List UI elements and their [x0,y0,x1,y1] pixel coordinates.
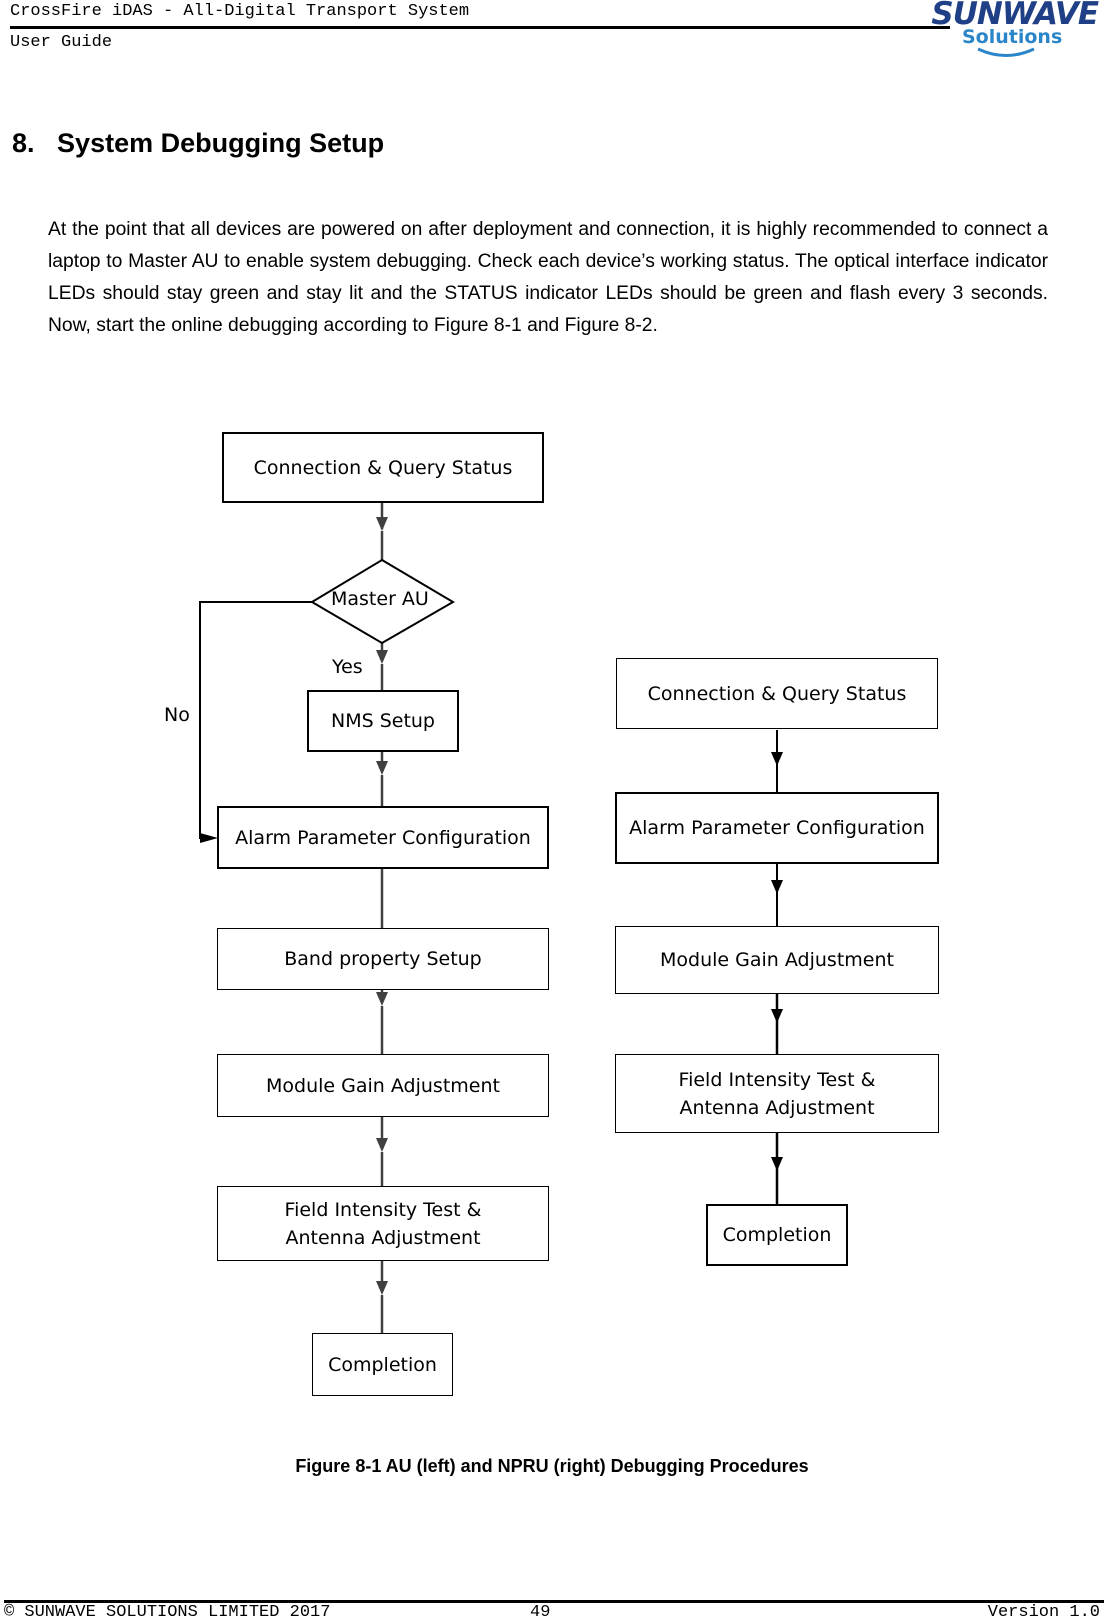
left-node-connection-query-status: Connection & Query Status [222,432,544,503]
left-node-nms-setup: NMS Setup [307,690,459,752]
left-node-field-intensity-test: Field Intensity Test & Antenna Adjustmen… [217,1186,549,1261]
footer-version: Version 1.0 [987,1603,1100,1622]
arrowhead [376,761,388,775]
left-node-alarm-parameter-configuration: Alarm Parameter Configuration [217,806,549,869]
right-node-alarm-parameter-configuration: Alarm Parameter Configuration [615,792,939,864]
yes-label: Yes [332,656,363,678]
right-node-completion: Completion [706,1204,848,1266]
footer-copyright: © SUNWAVE SOLUTIONS LIMITED 2017 [4,1603,331,1622]
left-node-master-au: Master AU [331,588,429,610]
arrowhead [376,517,388,531]
left-node-module-gain-adjustment: Module Gain Adjustment [217,1054,549,1117]
arrowhead [376,1281,388,1295]
arrowhead [771,1009,783,1023]
left-node-completion: Completion [312,1333,453,1396]
arrowhead [376,992,388,1006]
footer-page-number: 49 [530,1603,551,1622]
arrowhead [376,1138,388,1152]
arrowhead [771,1157,783,1171]
arrowhead [771,752,783,766]
right-node-connection-query-status: Connection & Query Status [616,658,938,729]
left-node-band-property-setup: Band property Setup [217,928,549,990]
no-label: No [164,704,190,726]
figure-caption: Figure 8-1 AU (left) and NPRU (right) De… [295,1456,809,1476]
arrowhead [200,833,218,843]
arrowhead [376,650,388,664]
right-node-field-intensity-test: Field Intensity Test & Antenna Adjustmen… [615,1054,939,1133]
right-node-module-gain-adjustment: Module Gain Adjustment [615,926,939,994]
arrowhead [771,880,783,894]
